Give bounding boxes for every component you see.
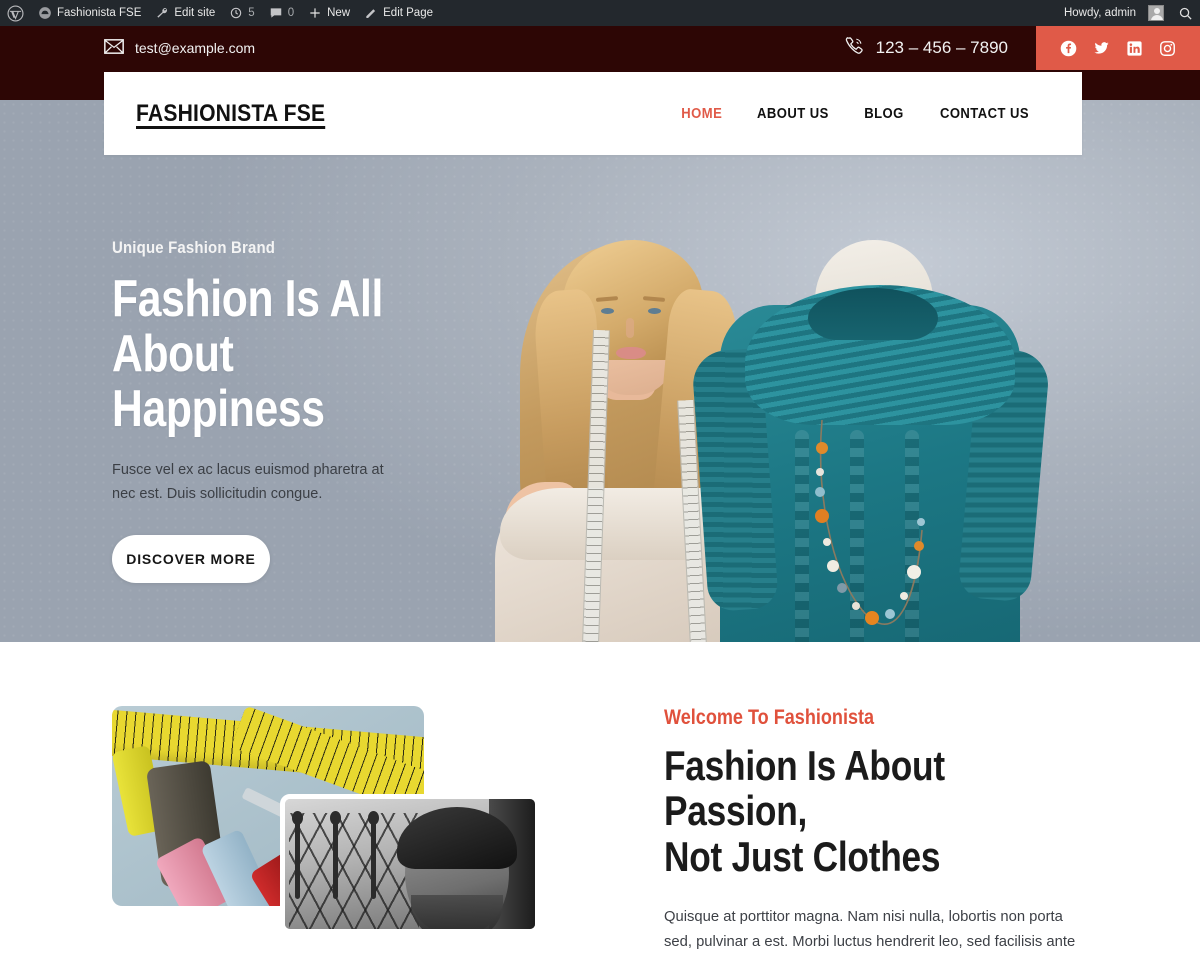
- hero-title-line-1: Fashion Is All: [112, 270, 384, 328]
- admin-bar-edit-site[interactable]: Edit site: [148, 0, 222, 26]
- model-lips: [616, 347, 646, 359]
- phone-contact[interactable]: 123 – 456 – 7890: [843, 35, 1036, 62]
- avatar: [1148, 5, 1164, 21]
- linkedin-icon[interactable]: [1126, 40, 1143, 57]
- welcome-title-line-2: Not Just Clothes: [664, 832, 941, 880]
- hero-section: Unique Fashion Brand Fashion Is All Abou…: [0, 100, 1200, 642]
- facebook-icon[interactable]: [1060, 40, 1077, 57]
- admin-bar-new[interactable]: New: [301, 0, 357, 26]
- sweater-cable-knit-3: [905, 430, 919, 642]
- email-address: test@example.com: [135, 40, 256, 56]
- admin-bar-howdy-label: Howdy, admin: [1063, 7, 1136, 19]
- fence-post-2: [330, 811, 341, 899]
- welcome-section: Welcome To Fashionista Fashion Is About …: [0, 642, 1200, 950]
- comment-icon: [269, 6, 283, 20]
- pencil-icon: [364, 6, 378, 20]
- top-contact-bar-inner: test@example.com 123 – 456 – 7890: [104, 26, 1200, 70]
- admin-bar-site-name[interactable]: Fashionista FSE: [31, 0, 148, 26]
- revision-icon: [229, 6, 243, 20]
- welcome-kicker: Welcome To Fashionista: [664, 706, 875, 729]
- main-navigation: HOME ABOUT US BLOG CONTACT US: [679, 106, 1034, 122]
- hero-kicker: Unique Fashion Brand: [112, 238, 276, 257]
- social-links: [1036, 26, 1200, 70]
- welcome-description: Quisque at porttitor magna. Nam nisi nul…: [664, 909, 1076, 950]
- instagram-icon[interactable]: [1159, 40, 1176, 57]
- fence-post-1: [292, 811, 303, 899]
- envelope-icon: [104, 39, 124, 57]
- search-icon: [1178, 6, 1193, 21]
- welcome-title: Fashion Is About Passion, Not Just Cloth…: [664, 743, 1034, 879]
- model-nose: [626, 318, 634, 338]
- tailor-portrait-photo: [280, 794, 540, 934]
- nav-link-contact-us[interactable]: CONTACT US: [940, 106, 1029, 122]
- welcome-title-line-1: Fashion Is About Passion,: [664, 742, 945, 835]
- wordpress-logo-icon: [7, 4, 24, 22]
- admin-bar-howdy[interactable]: Howdy, admin: [1057, 0, 1171, 26]
- admin-bar-right-group: Howdy, admin: [1057, 0, 1200, 26]
- welcome-image-stack: [112, 706, 542, 934]
- admin-bar-comments[interactable]: 0: [262, 0, 301, 26]
- admin-bar-edit-page-label: Edit Page: [383, 7, 433, 19]
- admin-bar-edit-page[interactable]: Edit Page: [357, 0, 440, 26]
- admin-bar-revision-count: 5: [248, 7, 255, 19]
- admin-bar-wp-logo[interactable]: [0, 0, 31, 26]
- hero-description: Fusce vel ex ac lacus euismod pharetra a…: [112, 462, 384, 502]
- admin-bar-revisions[interactable]: 5: [222, 0, 261, 26]
- sweater-cable-knit-2: [850, 430, 864, 642]
- hero-title-line-2: About Happiness: [112, 325, 325, 439]
- nav-link-about-us[interactable]: ABOUT US: [757, 106, 829, 122]
- admin-bar-new-label: New: [327, 7, 351, 19]
- model-eye-right: [648, 308, 661, 314]
- wrench-icon: [155, 6, 169, 20]
- hero-title: Fashion Is All About Happiness: [112, 270, 456, 439]
- phone-icon: [843, 35, 865, 62]
- plus-icon: [308, 6, 322, 20]
- hero-text-block: Unique Fashion Brand Fashion Is All Abou…: [112, 238, 532, 584]
- portrait-fence: [289, 813, 419, 929]
- welcome-text-block: Welcome To Fashionista Fashion Is About …: [664, 706, 1104, 955]
- admin-bar-edit-site-label: Edit site: [174, 7, 216, 19]
- portrait-beard: [411, 895, 503, 929]
- mannequin-cowl-inner: [808, 288, 938, 340]
- site-header: FASHIONISTA FSE HOME ABOUT US BLOG CONTA…: [104, 72, 1082, 155]
- admin-bar-comment-count: 0: [287, 7, 295, 19]
- admin-bar-search[interactable]: [1171, 0, 1200, 26]
- model-eye-left: [601, 308, 614, 314]
- wp-admin-bar: Fashionista FSE Edit site 5 0 New Edit P…: [0, 0, 1200, 26]
- admin-bar-site-name-label: Fashionista FSE: [57, 7, 142, 19]
- discover-more-button[interactable]: DISCOVER MORE: [112, 535, 270, 584]
- site-title[interactable]: FASHIONISTA FSE: [136, 100, 325, 128]
- nav-link-home[interactable]: HOME: [681, 106, 722, 122]
- twitter-icon[interactable]: [1093, 40, 1110, 57]
- fence-post-3: [368, 811, 379, 899]
- dashboard-icon: [38, 6, 52, 20]
- phone-number: 123 – 456 – 7890: [875, 38, 1008, 57]
- email-contact[interactable]: test@example.com: [104, 39, 255, 57]
- sweater-cable-knit-1: [795, 430, 809, 642]
- nav-link-blog[interactable]: BLOG: [864, 106, 904, 122]
